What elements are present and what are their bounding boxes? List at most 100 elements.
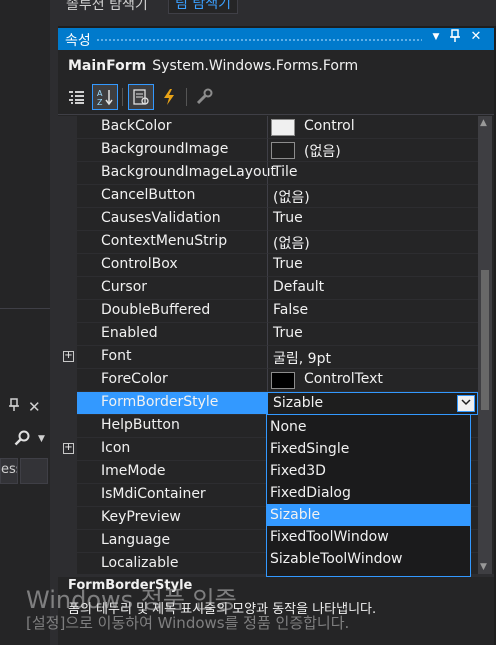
property-name: BackgroundImageLayout — [101, 164, 276, 180]
property-row-font[interactable]: + Font 굴림, 9pt — [58, 346, 478, 369]
property-value: Control — [304, 118, 355, 134]
pin-icon[interactable] — [447, 29, 463, 47]
property-value-cell[interactable]: False — [267, 300, 478, 323]
property-row-backcolor[interactable]: BackColor Control — [58, 116, 478, 139]
vertical-splitter[interactable] — [50, 0, 58, 645]
property-name: FormBorderStyle — [101, 394, 219, 410]
property-name-cell[interactable]: KeyPreview — [77, 507, 267, 530]
property-value-cell[interactable]: ControlText — [267, 369, 478, 392]
row-gutter — [58, 139, 77, 162]
dropdown-option-fixedsingle[interactable]: FixedSingle — [267, 438, 470, 460]
title-grip — [96, 38, 422, 42]
property-name-cell[interactable]: ContextMenuStrip — [77, 231, 267, 254]
dropdown-option-sizable[interactable]: Sizable — [267, 504, 470, 526]
property-name-cell[interactable]: ForeColor — [77, 369, 267, 392]
property-value-cell[interactable]: True — [267, 254, 478, 277]
activation-watermark-text: [설정]으로 이동하여 Windows를 정품 인증합니다. — [26, 614, 350, 632]
close-icon[interactable]: ✕ — [468, 29, 484, 44]
property-name-cell[interactable]: FormBorderStyle — [77, 392, 267, 415]
alphabetical-icon[interactable]: AZ — [92, 84, 118, 110]
window-position-dropdown-icon[interactable]: ▼ — [428, 32, 444, 42]
row-gutter — [58, 254, 77, 277]
property-name-cell[interactable]: ImeMode — [77, 461, 267, 484]
dropdown-option-fixed3d[interactable]: Fixed3D — [267, 460, 470, 482]
property-value-cell[interactable]: True — [267, 208, 478, 231]
property-row-contextmenustrip[interactable]: ContextMenuStrip (없음) — [58, 231, 478, 254]
search-icon[interactable] — [14, 430, 30, 450]
property-value: Sizable — [273, 395, 324, 411]
property-name-cell[interactable]: BackgroundImage — [77, 139, 267, 162]
property-row-causesvalidation[interactable]: CausesValidation True — [58, 208, 478, 231]
row-gutter — [58, 116, 77, 139]
property-name-cell[interactable]: Language — [77, 530, 267, 553]
left-divider — [0, 308, 50, 309]
tab-solution-explorer[interactable]: 솔루션 탐색기 — [66, 0, 148, 14]
property-row-cancelbutton[interactable]: CancelButton (없음) — [58, 185, 478, 208]
events-lightning-icon[interactable] — [156, 84, 182, 110]
property-name-cell[interactable]: IsMdiContainer — [77, 484, 267, 507]
expand-icon[interactable]: + — [63, 443, 74, 454]
property-name-cell[interactable]: BackColor — [77, 116, 267, 139]
property-value-cell[interactable]: Tile — [267, 162, 478, 185]
property-value-cell[interactable]: 굴림, 9pt — [267, 346, 478, 369]
property-name-cell[interactable]: DoubleBuffered — [77, 300, 267, 323]
property-name-cell[interactable]: Cursor — [77, 277, 267, 300]
pin-icon[interactable] — [8, 398, 20, 416]
scroll-up-icon[interactable]: ▲ — [480, 118, 487, 128]
scroll-down-icon[interactable]: ▼ — [480, 562, 487, 572]
wrench-icon[interactable] — [192, 84, 218, 110]
property-row-enabled[interactable]: Enabled True — [58, 323, 478, 346]
property-value: False — [273, 302, 309, 318]
close-icon[interactable]: ✕ — [28, 398, 41, 416]
property-name: BackgroundImage — [101, 141, 229, 157]
categorized-icon[interactable] — [64, 84, 90, 110]
dropdown-option-sizabletoolwindow[interactable]: SizableToolWindow — [267, 548, 470, 570]
property-name-cell[interactable]: BackgroundImageLayout — [77, 162, 276, 185]
activation-watermark-title: Windows 정품 인증 — [26, 586, 237, 614]
property-name-cell[interactable]: Localizable — [77, 553, 267, 576]
dropdown-button[interactable] — [457, 395, 475, 412]
dropdown-option-fixedtoolwindow[interactable]: FixedToolWindow — [267, 526, 470, 548]
expand-icon[interactable]: + — [63, 351, 74, 362]
property-row-controlbox[interactable]: ControlBox True — [58, 254, 478, 277]
property-name-cell[interactable]: HelpButton — [77, 415, 267, 438]
property-name-cell[interactable]: ControlBox — [77, 254, 267, 277]
property-value-cell[interactable]: True — [267, 323, 478, 346]
property-value: (없음) — [273, 190, 310, 206]
property-name-cell[interactable]: Enabled — [77, 323, 267, 346]
property-value-cell[interactable]: Control — [267, 116, 478, 139]
left-panel-field-2[interactable] — [20, 458, 48, 484]
property-name-cell[interactable]: Icon — [77, 438, 267, 461]
property-value: 굴림, 9pt — [273, 351, 331, 367]
property-value-cell[interactable]: Default — [267, 277, 478, 300]
property-row-backgroundimage[interactable]: BackgroundImage (없음) — [58, 139, 478, 162]
chevron-down-icon[interactable]: ▼ — [38, 434, 45, 444]
property-row-doublebuffered[interactable]: DoubleBuffered False — [58, 300, 478, 323]
property-value-cell[interactable]: (없음) — [267, 139, 478, 162]
tab-team-explorer[interactable]: 팀 탐색기 — [168, 0, 238, 14]
property-name-cell[interactable]: Font — [77, 346, 267, 369]
grid-border — [58, 114, 494, 115]
dropdown-option-none[interactable]: None — [267, 416, 470, 438]
property-name-cell[interactable]: CausesValidation — [77, 208, 267, 231]
property-row-backgroundimagelayout[interactable]: BackgroundImageLayout Tile — [58, 162, 478, 185]
property-name: CausesValidation — [101, 210, 221, 226]
property-row-forecolor[interactable]: ForeColor ControlText — [58, 369, 478, 392]
property-row-formborderstyle[interactable]: FormBorderStyle Sizable — [58, 392, 478, 415]
property-row-cursor[interactable]: Cursor Default — [58, 277, 478, 300]
form-border-style-dropdown-list[interactable]: None FixedSingle Fixed3D FixedDialog Sizable… — [266, 414, 471, 577]
left-panel-field[interactable]: ess — [0, 458, 18, 484]
object-selector[interactable]: MainForm System.Windows.Forms.Form — [68, 58, 358, 74]
property-value-cell[interactable]: (없음) — [267, 185, 478, 208]
svg-text:A: A — [97, 89, 103, 98]
toolbar-separator — [122, 88, 123, 106]
property-name-cell[interactable]: CancelButton — [77, 185, 267, 208]
row-gutter — [58, 277, 77, 300]
properties-icon[interactable] — [128, 84, 154, 110]
dropdown-option-fixeddialog[interactable]: FixedDialog — [267, 482, 470, 504]
property-grid-scrollbar[interactable]: ▲ ▼ — [478, 116, 492, 576]
property-value: ControlText — [304, 371, 383, 387]
property-value-cell[interactable]: (없음) — [267, 231, 478, 254]
property-value-cell[interactable]: Sizable — [267, 392, 478, 415]
scroll-thumb[interactable] — [481, 270, 489, 410]
